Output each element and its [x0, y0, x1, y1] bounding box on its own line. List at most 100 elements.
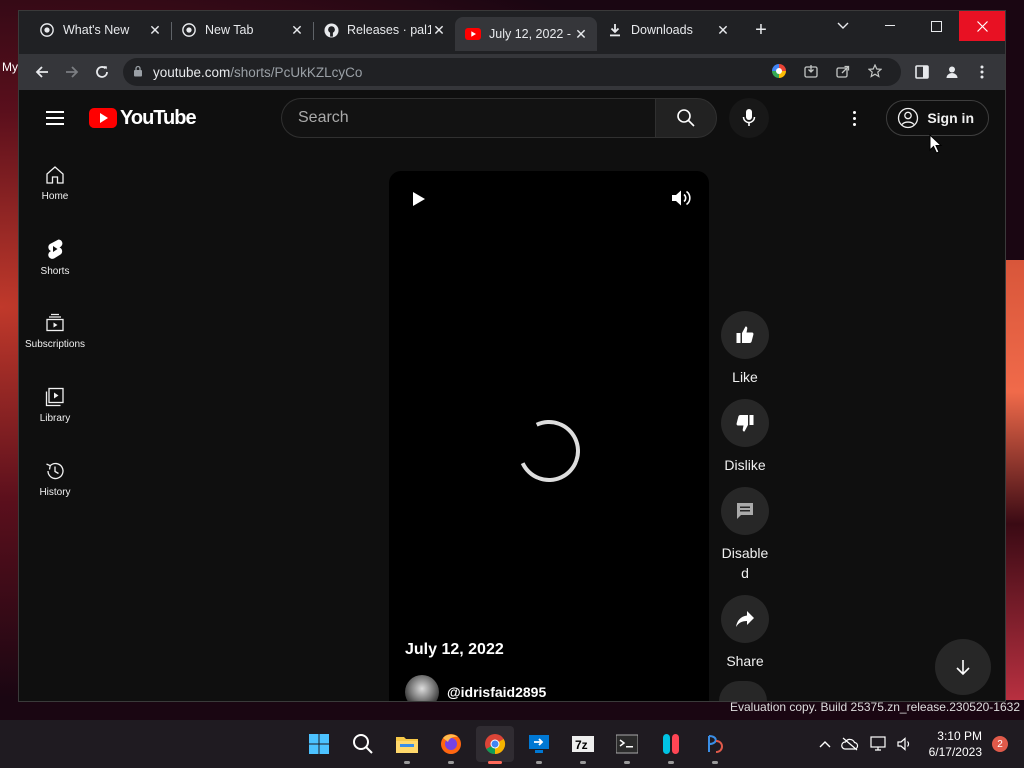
subscriptions-icon	[46, 313, 64, 331]
firefox-icon[interactable]	[432, 726, 470, 764]
7zip-icon[interactable]: 7z	[564, 726, 602, 764]
chevron-up-icon[interactable]	[819, 740, 831, 748]
video-title: July 12, 2022	[405, 641, 504, 658]
youtube-page: YouTube Sign in	[19, 90, 1005, 701]
sign-in-button[interactable]: Sign in	[886, 100, 989, 136]
more-actions-button[interactable]	[719, 681, 767, 701]
desktop-wallpaper	[1006, 260, 1024, 700]
reload-button[interactable]	[87, 58, 117, 86]
nav-item-subscriptions[interactable]: Subscriptions	[19, 294, 91, 368]
clock-date: 6/17/2023	[928, 745, 982, 759]
dislike-action: Dislike	[719, 399, 771, 475]
youtube-logo[interactable]: YouTube	[89, 107, 197, 130]
network-icon[interactable]	[869, 736, 887, 752]
nav-item-history[interactable]: History	[19, 442, 91, 516]
thumbs-up-icon	[736, 326, 754, 343]
install-app-icon[interactable]	[795, 64, 827, 81]
like-action: Like	[719, 311, 771, 387]
tab-search-dropdown-icon[interactable]	[819, 11, 867, 41]
left-nav: Home Shorts Subscriptions Library Histor…	[19, 146, 91, 516]
evaluation-watermark: Evaluation copy. Build 25375.zn_release.…	[730, 700, 1020, 714]
tab-close-icon[interactable]: ✕	[715, 22, 731, 39]
new-tab-button[interactable]: +	[747, 16, 775, 44]
volume-icon[interactable]	[671, 189, 691, 212]
settings-more-icon[interactable]	[834, 100, 874, 136]
tab-close-icon[interactable]: ✕	[289, 22, 305, 39]
tab-downloads[interactable]: Downloads ✕	[597, 13, 739, 47]
maximize-button[interactable]	[913, 11, 959, 41]
clock[interactable]: 3:10 PM 6/17/2023	[929, 728, 982, 760]
channel-info[interactable]: @idrisfaid2895	[405, 675, 546, 701]
side-panel-icon[interactable]	[907, 58, 937, 86]
tab-title: Releases · pal1	[347, 23, 431, 37]
header-right: Sign in	[834, 100, 989, 136]
back-button[interactable]	[27, 58, 57, 86]
dislike-button[interactable]	[721, 399, 769, 447]
lock-icon[interactable]	[133, 65, 143, 80]
voice-search-button[interactable]	[729, 98, 769, 138]
tab-close-icon[interactable]: ✕	[431, 22, 447, 39]
switch-icon[interactable]	[652, 726, 690, 764]
share-arrow-icon	[736, 611, 754, 627]
nav-item-shorts[interactable]: Shorts	[19, 220, 91, 294]
onedrive-offline-icon[interactable]	[840, 737, 859, 751]
google-lens-icon[interactable]	[763, 63, 795, 81]
mouse-cursor-icon	[929, 133, 943, 159]
svg-text:7z: 7z	[575, 738, 588, 752]
action-bar: Like Dislike Disabled Share	[719, 311, 771, 683]
tab-close-icon[interactable]: ✕	[573, 26, 589, 43]
volume-tray-icon[interactable]	[897, 737, 913, 751]
notification-badge[interactable]: 2	[992, 736, 1008, 752]
channel-name[interactable]: @idrisfaid2895	[447, 684, 546, 700]
shorts-player[interactable]: July 12, 2022 @idrisfaid2895	[389, 171, 709, 701]
youtube-header: YouTube Sign in	[19, 90, 1005, 146]
tab-whats-new[interactable]: What's New ✕	[29, 13, 171, 47]
shorts-icon	[48, 239, 63, 259]
channel-avatar[interactable]	[405, 675, 439, 701]
tab-title: Downloads	[631, 23, 693, 37]
github-icon	[323, 22, 339, 38]
profile-icon[interactable]	[937, 58, 967, 86]
search-icon	[677, 109, 695, 127]
remote-desktop-icon[interactable]	[520, 726, 558, 764]
tab-strip: What's New ✕ New Tab ✕ Releases · pal1 ✕…	[19, 11, 1005, 54]
bookmark-star-icon[interactable]	[859, 63, 891, 81]
terminal-icon[interactable]	[608, 726, 646, 764]
library-icon	[45, 387, 64, 406]
play-icon[interactable]	[413, 192, 425, 206]
forward-button[interactable]	[57, 58, 87, 86]
start-icon[interactable]	[300, 726, 338, 762]
app-icon[interactable]	[696, 726, 734, 764]
search-input[interactable]	[298, 109, 655, 127]
search-button[interactable]	[655, 98, 717, 138]
close-window-button[interactable]	[959, 11, 1005, 41]
home-icon	[46, 165, 64, 184]
account-circle-icon	[898, 107, 919, 129]
like-button[interactable]	[721, 311, 769, 359]
search-box[interactable]	[281, 98, 655, 138]
chrome-taskbar-icon[interactable]	[476, 726, 514, 764]
microphone-icon	[742, 109, 756, 126]
comments-button[interactable]	[721, 487, 769, 535]
share-icon[interactable]	[827, 64, 859, 81]
nav-item-home[interactable]: Home	[19, 146, 91, 220]
minimize-button[interactable]	[867, 11, 913, 41]
tab-youtube-active[interactable]: July 12, 2022 - ✕	[455, 17, 597, 51]
nav-label: History	[39, 486, 71, 498]
tab-new-tab[interactable]: New Tab ✕	[171, 13, 313, 47]
tab-title: July 12, 2022 -	[489, 27, 571, 41]
nav-label: Library	[39, 412, 71, 424]
history-icon	[46, 462, 64, 479]
download-icon	[607, 22, 623, 38]
next-video-button[interactable]	[935, 639, 991, 695]
share-button[interactable]	[721, 595, 769, 643]
menu-hamburger-icon[interactable]	[35, 98, 75, 138]
arrow-down-icon	[956, 660, 970, 676]
search-icon[interactable]	[344, 726, 382, 762]
browser-menu-icon[interactable]	[967, 58, 997, 86]
tab-releases[interactable]: Releases · pal1 ✕	[313, 13, 455, 47]
file-explorer-icon[interactable]	[388, 726, 426, 764]
tab-close-icon[interactable]: ✕	[147, 22, 163, 39]
nav-item-library[interactable]: Library	[19, 368, 91, 442]
address-bar[interactable]: youtube.com/shorts/PcUkKZLcyCo	[123, 58, 901, 86]
